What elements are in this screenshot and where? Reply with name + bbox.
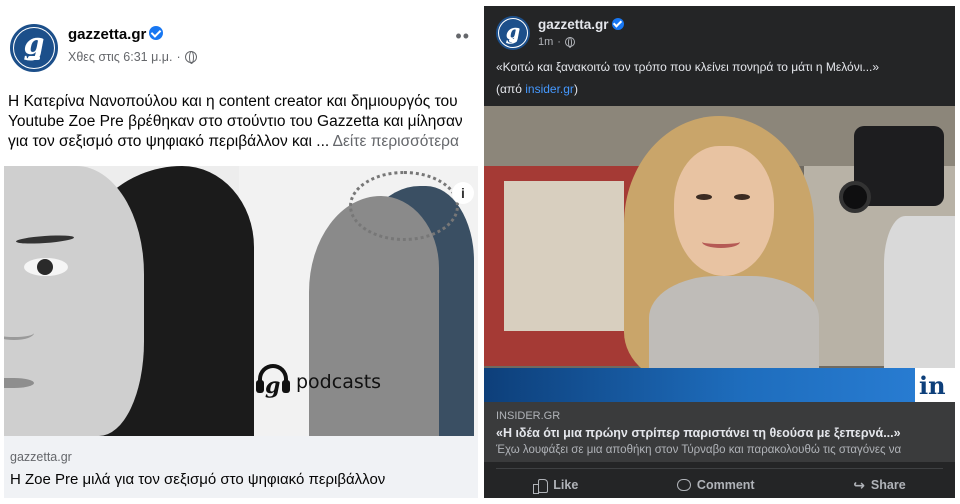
post-header: g gazzetta.gr Χθες στις 6:31 μ.μ. · •• — [4, 14, 478, 74]
link-title[interactable]: «Η ιδέα ότι μια πρώην στρίπερ παριστάνει… — [496, 426, 901, 440]
post-meta: Χθες στις 6:31 μ.μ. · — [68, 50, 197, 64]
podcasts-logo: g podcasts — [256, 364, 381, 400]
source-link[interactable]: insider.gr — [525, 82, 574, 96]
post-source: (από insider.gr) — [496, 82, 578, 96]
actions-divider — [496, 468, 943, 469]
post-text-line: Youtube Zoe Pre βρέθηκαν στο στούντιο το… — [8, 113, 463, 130]
post-text: Η Κατερίνα Νανοπούλου και η content crea… — [8, 92, 478, 152]
right-post: g gazzetta.gr 1m · «Κοιτώ και ξανακοιτώ … — [484, 6, 955, 498]
post-meta: 1m · — [538, 36, 575, 48]
globe-icon — [184, 51, 197, 64]
info-icon[interactable]: i — [452, 182, 474, 204]
link-title[interactable]: Η Zoe Pre μιλά για τον σεξισμό στο ψηφια… — [10, 471, 385, 488]
share-icon: ↪ — [853, 476, 865, 493]
link-domain: gazzetta.gr — [10, 450, 72, 464]
more-options-icon[interactable]: •• — [455, 26, 470, 47]
page-avatar[interactable]: g — [496, 16, 530, 50]
verified-badge-icon — [149, 26, 164, 40]
page-name-link[interactable]: gazzetta.gr — [68, 26, 164, 43]
page-avatar[interactable]: g — [10, 24, 58, 72]
post-text-line: Η Κατερίνα Νανοπούλου και η content crea… — [8, 93, 458, 110]
like-button[interactable]: Like — [533, 478, 578, 494]
globe-icon — [564, 37, 575, 48]
insider-logo: in — [915, 368, 955, 402]
portrait — [674, 146, 774, 276]
image-banner — [484, 368, 955, 402]
headphones-icon: g — [256, 364, 290, 400]
gazzetta-logo-icon: g — [14, 28, 54, 68]
page-name-link[interactable]: gazzetta.gr — [538, 17, 624, 32]
gazzetta-logo-icon: g — [499, 19, 527, 47]
post-text-line: για τον σεξισμό στο ψηφιακό περιβάλλον κ… — [8, 133, 330, 150]
post-timestamp[interactable]: 1m — [538, 36, 553, 48]
post-actions: Like Comment ↪ Share — [484, 472, 955, 498]
like-icon — [533, 478, 549, 494]
comment-button[interactable]: Comment — [676, 478, 755, 492]
link-domain: INSIDER.GR — [496, 410, 561, 422]
left-post: g gazzetta.gr Χθες στις 6:31 μ.μ. · •• Η… — [4, 6, 478, 498]
comment-icon — [676, 479, 691, 491]
post-text: «Κοιτώ και ξανακοιτώ τον τρόπο που κλείν… — [496, 60, 880, 74]
share-button[interactable]: ↪ Share — [853, 477, 905, 494]
link-preview-card[interactable]: INSIDER.GR «Η ιδέα ότι μια πρώην στρίπερ… — [484, 402, 955, 462]
see-more-link[interactable]: Δείτε περισσότερα — [333, 133, 459, 150]
link-preview-image[interactable]: in — [484, 106, 955, 402]
link-preview-card[interactable]: gazzetta.gr Η Zoe Pre μιλά για τον σεξισ… — [4, 436, 478, 498]
link-description: Έχω λουφάξει σε μια αποθήκη στον Τύρναβο… — [496, 444, 902, 456]
link-preview-image[interactable]: i g podcasts — [4, 166, 478, 436]
portrait — [4, 166, 144, 436]
podcasts-label: podcasts — [296, 371, 382, 393]
verified-badge-icon — [611, 18, 624, 30]
post-timestamp[interactable]: Χθες στις 6:31 μ.μ. — [68, 50, 172, 64]
